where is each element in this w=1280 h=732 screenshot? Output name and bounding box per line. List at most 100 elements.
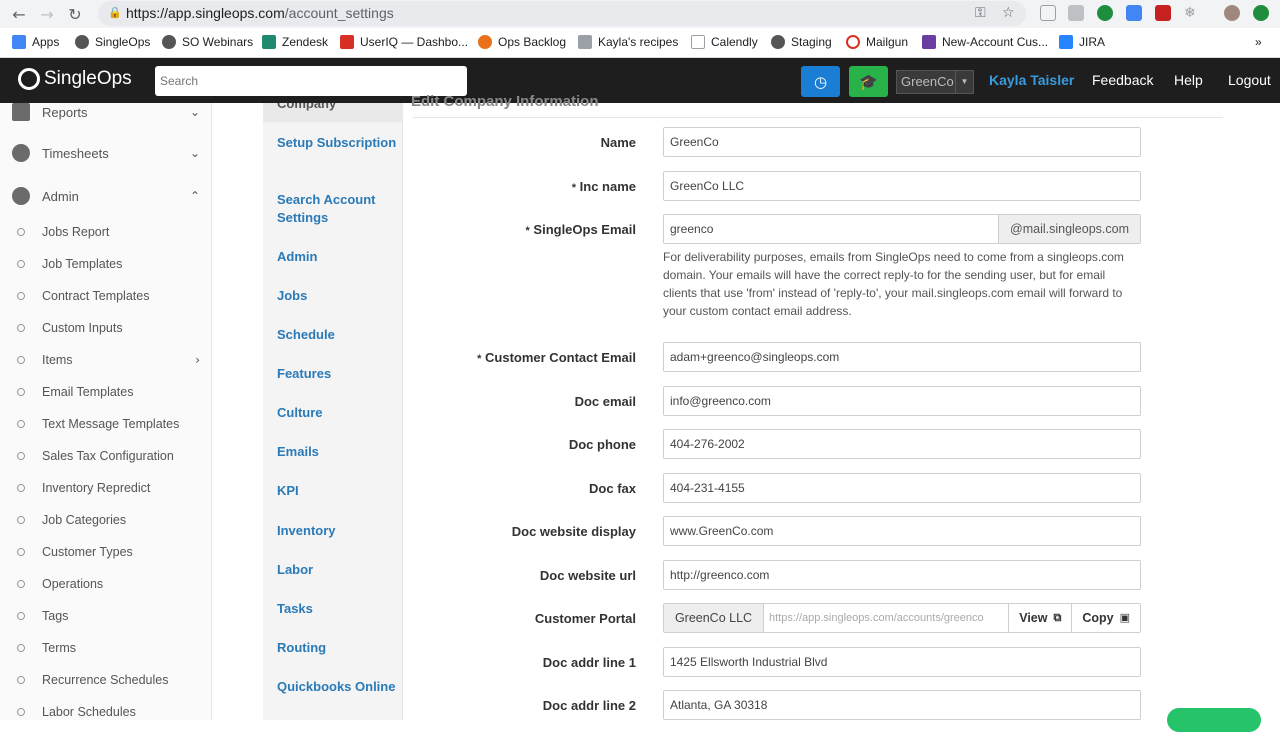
sidebar-item-text-message-templates[interactable]: Text Message Templates <box>17 417 200 431</box>
forward-icon[interactable]: → <box>37 4 57 24</box>
logout-link[interactable]: Logout <box>1228 72 1271 88</box>
chevron-up-icon: ⌃ <box>189 189 200 203</box>
chat-widget-button[interactable] <box>1167 708 1261 732</box>
sidebar-item-custom-inputs[interactable]: Custom Inputs <box>17 321 200 335</box>
settings-nav-active-company[interactable]: Company <box>263 103 403 122</box>
bookmark-useriq[interactable]: UserIQ — Dashbo... <box>340 35 468 49</box>
bullet-icon <box>17 708 25 716</box>
gear-icon <box>12 187 30 205</box>
help-link[interactable]: Help <box>1174 72 1203 88</box>
settings-nav-features[interactable]: Features <box>277 365 397 383</box>
portal-view-button[interactable]: View ⧉ <box>1008 604 1071 632</box>
doc-phone-field[interactable]: 404-276-2002 <box>663 429 1141 459</box>
sidebar-item-operations[interactable]: Operations <box>17 577 200 591</box>
extension-icon[interactable] <box>1040 5 1056 21</box>
sidebar-item-terms[interactable]: Terms <box>17 641 200 655</box>
settings-nav-inventory[interactable]: Inventory <box>277 522 397 540</box>
settings-nav-tasks[interactable]: Tasks <box>277 600 397 618</box>
bookmark-so-webinars[interactable]: SO Webinars <box>162 35 253 49</box>
sidebar-item-job-categories[interactable]: Job Categories <box>17 513 200 527</box>
customer-contact-email-field[interactable]: adam+greenco@singleops.com <box>663 342 1141 372</box>
settings-nav-setup-subscription[interactable]: Setup Subscription <box>277 134 397 152</box>
sidebar-item-jobs-report[interactable]: Jobs Report <box>17 225 200 239</box>
url-host: https://app.singleops.com <box>126 5 285 21</box>
settings-nav-routing[interactable]: Routing <box>277 639 397 657</box>
logo-mark-icon <box>18 68 40 90</box>
singleops-logo[interactable]: SingleOps <box>18 68 132 90</box>
sidebar-item-sales-tax-configuration[interactable]: Sales Tax Configuration <box>17 449 200 463</box>
sidebar-item-tags[interactable]: Tags <box>17 609 200 623</box>
key-icon[interactable]: ⚿ <box>975 5 986 21</box>
extension-icon[interactable] <box>1126 5 1142 21</box>
settings-nav-culture[interactable]: Culture <box>277 404 397 422</box>
doc-website-display-field[interactable]: www.GreenCo.com <box>663 516 1141 546</box>
bookmark-ops-backlog[interactable]: Ops Backlog <box>478 35 566 49</box>
settings-nav-search-account-settings[interactable]: Search Account Settings <box>277 191 397 227</box>
doc-email-field[interactable]: info@greenco.com <box>663 386 1141 416</box>
bookmark-singleops[interactable]: SingleOps <box>75 35 150 49</box>
settings-nav-jobs[interactable]: Jobs <box>277 287 397 305</box>
settings-nav-admin[interactable]: Admin <box>277 248 397 266</box>
doc-website-url-field[interactable]: http://greenco.com <box>663 560 1141 590</box>
apps-grid-icon <box>12 35 26 49</box>
clock-button[interactable]: ◷ <box>801 66 840 97</box>
bookmark-staging[interactable]: Staging <box>771 35 832 49</box>
star-icon[interactable]: ☆ <box>1002 5 1015 21</box>
address-bar[interactable]: 🔒 https://app.singleops.com/account_sett… <box>98 1 1026 26</box>
sidebar-section-reports[interactable]: Reports ⌄ <box>12 103 200 121</box>
settings-nav-quickbooks-online[interactable]: Quickbooks Online <box>277 678 397 696</box>
snowflake-icon[interactable]: ❄ <box>1184 5 1196 21</box>
search-input[interactable] <box>155 66 467 96</box>
bookmark-jira[interactable]: JIRA <box>1059 35 1105 49</box>
settings-nav-emails[interactable]: Emails <box>277 443 397 461</box>
sidebar-item-customer-types[interactable]: Customer Types <box>17 545 200 559</box>
extension-icon[interactable] <box>1155 5 1171 21</box>
clipboard-icon: ▣ <box>1119 611 1130 624</box>
customer-contact-email-label: * Customer Contact Email <box>477 350 636 365</box>
sidebar-item-recurrence-schedules[interactable]: Recurrence Schedules <box>17 673 200 687</box>
back-icon[interactable]: ← <box>9 4 29 24</box>
jira-icon <box>1059 35 1073 49</box>
sidebar-section-admin[interactable]: Admin ⌃ <box>12 187 200 205</box>
doc-fax-field[interactable]: 404-231-4155 <box>663 473 1141 503</box>
bookmark-new-account[interactable]: New-Account Cus... <box>922 35 1048 49</box>
settings-nav-labor[interactable]: Labor <box>277 561 397 579</box>
customer-portal-group: GreenCo LLC https://app.singleops.com/ac… <box>663 603 1141 633</box>
reload-icon[interactable]: ↻ <box>65 4 85 24</box>
bookmark-mailgun[interactable]: Mailgun <box>846 35 908 49</box>
portal-copy-button[interactable]: Copy ▣ <box>1071 604 1140 632</box>
sidebar-item-contract-templates[interactable]: Contract Templates <box>17 289 200 303</box>
settings-nav-schedule[interactable]: Schedule <box>277 326 397 344</box>
inc-name-field[interactable]: GreenCo LLC <box>663 171 1141 201</box>
bookmark-kaylas-recipes[interactable]: Kayla's recipes <box>578 35 678 49</box>
clock-icon <box>12 144 30 162</box>
useriq-icon <box>340 35 354 49</box>
feedback-link[interactable]: Feedback <box>1092 72 1153 88</box>
sidebar-item-labor-schedules[interactable]: Labor Schedules <box>17 705 200 719</box>
doc-addr-line-2-field[interactable]: Atlanta, GA 30318 <box>663 690 1141 720</box>
bookmark-zendesk[interactable]: Zendesk <box>262 35 328 49</box>
singleops-email-field[interactable]: greenco @mail.singleops.com <box>663 214 1141 244</box>
bookmark-apps[interactable]: Apps <box>12 35 59 49</box>
mailgun-icon <box>846 35 860 49</box>
sidebar-item-inventory-repredict[interactable]: Inventory Repredict <box>17 481 200 495</box>
user-name-link[interactable]: Kayla Taisler <box>989 72 1074 88</box>
sidebar-item-email-templates[interactable]: Email Templates <box>17 385 200 399</box>
name-field[interactable]: GreenCo <box>663 127 1141 157</box>
training-button[interactable]: 🎓 <box>849 66 888 97</box>
more-bookmarks-icon[interactable]: » <box>1255 35 1262 49</box>
company-settings-form: Edit Company Information Name GreenCo * … <box>403 93 1280 720</box>
sidebar-item-job-templates[interactable]: Job Templates <box>17 257 200 271</box>
sidebar-section-timesheets[interactable]: Timesheets ⌄ <box>12 144 200 162</box>
bullet-icon <box>17 516 25 524</box>
extension-icon[interactable] <box>1097 5 1113 21</box>
bookmark-calendly[interactable]: Calendly <box>691 35 758 49</box>
doc-addr-line-1-field[interactable]: 1425 Ellsworth Industrial Blvd <box>663 647 1141 677</box>
portal-url-field[interactable]: https://app.singleops.com/accounts/green… <box>764 604 1008 632</box>
extension-icon[interactable] <box>1068 5 1084 21</box>
settings-nav-kpi[interactable]: KPI <box>277 482 397 500</box>
company-select[interactable]: GreenCo ▼ <box>896 70 974 94</box>
sidebar-item-items[interactable]: Items › <box>17 353 200 367</box>
profile-avatar[interactable] <box>1224 5 1240 21</box>
extension-icon[interactable] <box>1253 5 1269 21</box>
